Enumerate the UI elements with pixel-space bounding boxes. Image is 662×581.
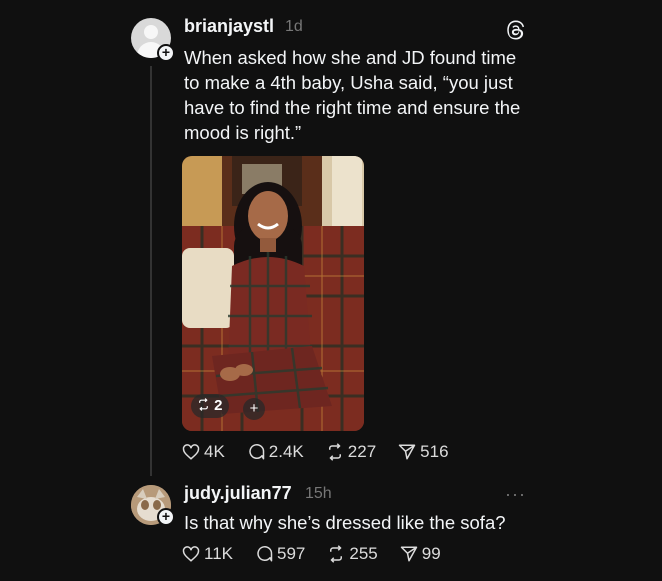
avatar-head [144, 25, 158, 39]
like-count: 4K [204, 442, 225, 461]
reply-time: 15h [305, 485, 332, 502]
more-icon[interactable]: ··· [505, 484, 526, 505]
post-image[interactable] [182, 156, 364, 431]
post-actions: 4K 2.4K 227 516 [182, 442, 471, 462]
comment-button[interactable]: 2.4K [247, 442, 304, 462]
repost-count: 227 [347, 442, 377, 461]
comment-button[interactable]: 597 [255, 544, 305, 564]
share-button[interactable]: 516 [398, 442, 449, 462]
share-count: 516 [420, 442, 449, 461]
reply-actions: 11K 597 255 99 [182, 544, 463, 564]
share-button[interactable]: 99 [400, 544, 441, 564]
comment-icon [249, 444, 265, 460]
thread-line [150, 66, 152, 476]
repost-icon [199, 398, 208, 411]
share-icon [398, 444, 416, 460]
repost-icon [330, 545, 343, 563]
post-username[interactable]: brianjaystl [184, 16, 274, 37]
repost-icon [328, 443, 341, 461]
media-add-button[interactable]: + [243, 398, 265, 420]
like-count: 11K [204, 544, 233, 563]
share-icon [400, 546, 417, 562]
threads-logo-icon[interactable] [506, 20, 526, 40]
repost-button[interactable]: 255 [327, 544, 378, 564]
comment-icon [257, 546, 273, 562]
repost-count: 255 [349, 544, 378, 563]
reply-username[interactable]: judy.julian77 [184, 483, 292, 504]
like-button[interactable]: 4K [182, 442, 225, 462]
like-button[interactable]: 11K [182, 544, 233, 564]
repost-button[interactable]: 227 [326, 442, 376, 462]
follow-plus-icon[interactable]: + [157, 508, 175, 526]
comment-count: 2.4K [268, 442, 304, 461]
follow-plus-icon[interactable]: + [157, 44, 175, 62]
heart-icon [182, 546, 200, 562]
reply-text: Is that why she’s dressed like the sofa? [184, 512, 506, 533]
media-repost-badge[interactable]: 2 [191, 394, 229, 418]
post-text: When asked how she and JD found time to … [184, 47, 521, 143]
heart-icon [182, 444, 200, 460]
share-count: 99 [421, 544, 441, 563]
post-time: 1d [285, 18, 303, 35]
comment-count: 597 [277, 544, 306, 563]
media-repost-count: 2 [214, 397, 223, 414]
